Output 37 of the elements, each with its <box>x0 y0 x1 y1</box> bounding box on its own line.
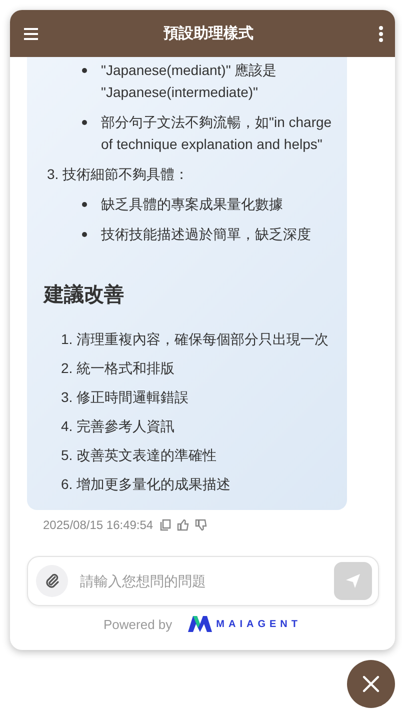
list-number: 6. <box>61 475 73 494</box>
list-text: 增加更多量化的成果描述 <box>76 475 231 494</box>
bullet-icon <box>82 202 87 207</box>
paper-plane-icon <box>344 572 362 590</box>
input-field[interactable]: 請輸入您想問的問題 <box>78 572 324 590</box>
bullet-icon <box>82 68 87 73</box>
list-text: 技術技能描述過於簡單，缺乏深度 <box>101 225 311 244</box>
bullet-icon <box>82 120 87 125</box>
copy-icon[interactable] <box>159 519 172 531</box>
bullet-icon <box>82 232 87 237</box>
thumbs-down-icon[interactable] <box>195 519 208 531</box>
list-number: 4. <box>61 417 73 436</box>
list-number: 2. <box>61 359 73 378</box>
list-text: 完善參考人資訊 <box>76 417 175 436</box>
brand-logo[interactable]: MAIAGENT <box>188 616 302 632</box>
list-number: 3. <box>47 165 59 184</box>
timestamp: 2025/08/15 16:49:54 <box>43 518 154 532</box>
list-text: 部分句子文法不夠流暢，如"in charge of technique explanation and helps" <box>101 113 333 154</box>
section-heading: 建議改善 <box>44 282 125 308</box>
thumbs-up-icon[interactable] <box>177 519 190 531</box>
list-text: 技術細節不夠具體： <box>62 165 189 184</box>
list-number: 1. <box>61 330 73 349</box>
close-icon <box>362 675 380 693</box>
list-text: 修正時間邏輯錯誤 <box>76 388 189 407</box>
list-text: 改善英文表達的準確性 <box>76 446 217 465</box>
powered-by-label: Powered by <box>104 616 172 632</box>
list-number: 3. <box>61 388 73 407</box>
window-title: 預設助理樣式 <box>162 24 254 43</box>
message-input[interactable]: 請輸入您想問的問題 <box>27 556 379 606</box>
close-button[interactable] <box>347 660 395 708</box>
list-text: "Japanese(mediant)" 應該是 "Japanese(intermediate)" <box>101 61 278 102</box>
list-text: 缺乏具體的專案成果量化數據 <box>101 195 283 214</box>
list-text: 清理重複內容，確保每個部分只出現一次 <box>76 330 329 349</box>
list-number: 5. <box>61 446 73 465</box>
list-text: 統一格式和排版 <box>76 359 175 378</box>
more-icon[interactable] <box>377 24 385 42</box>
attach-icon[interactable] <box>36 565 68 597</box>
